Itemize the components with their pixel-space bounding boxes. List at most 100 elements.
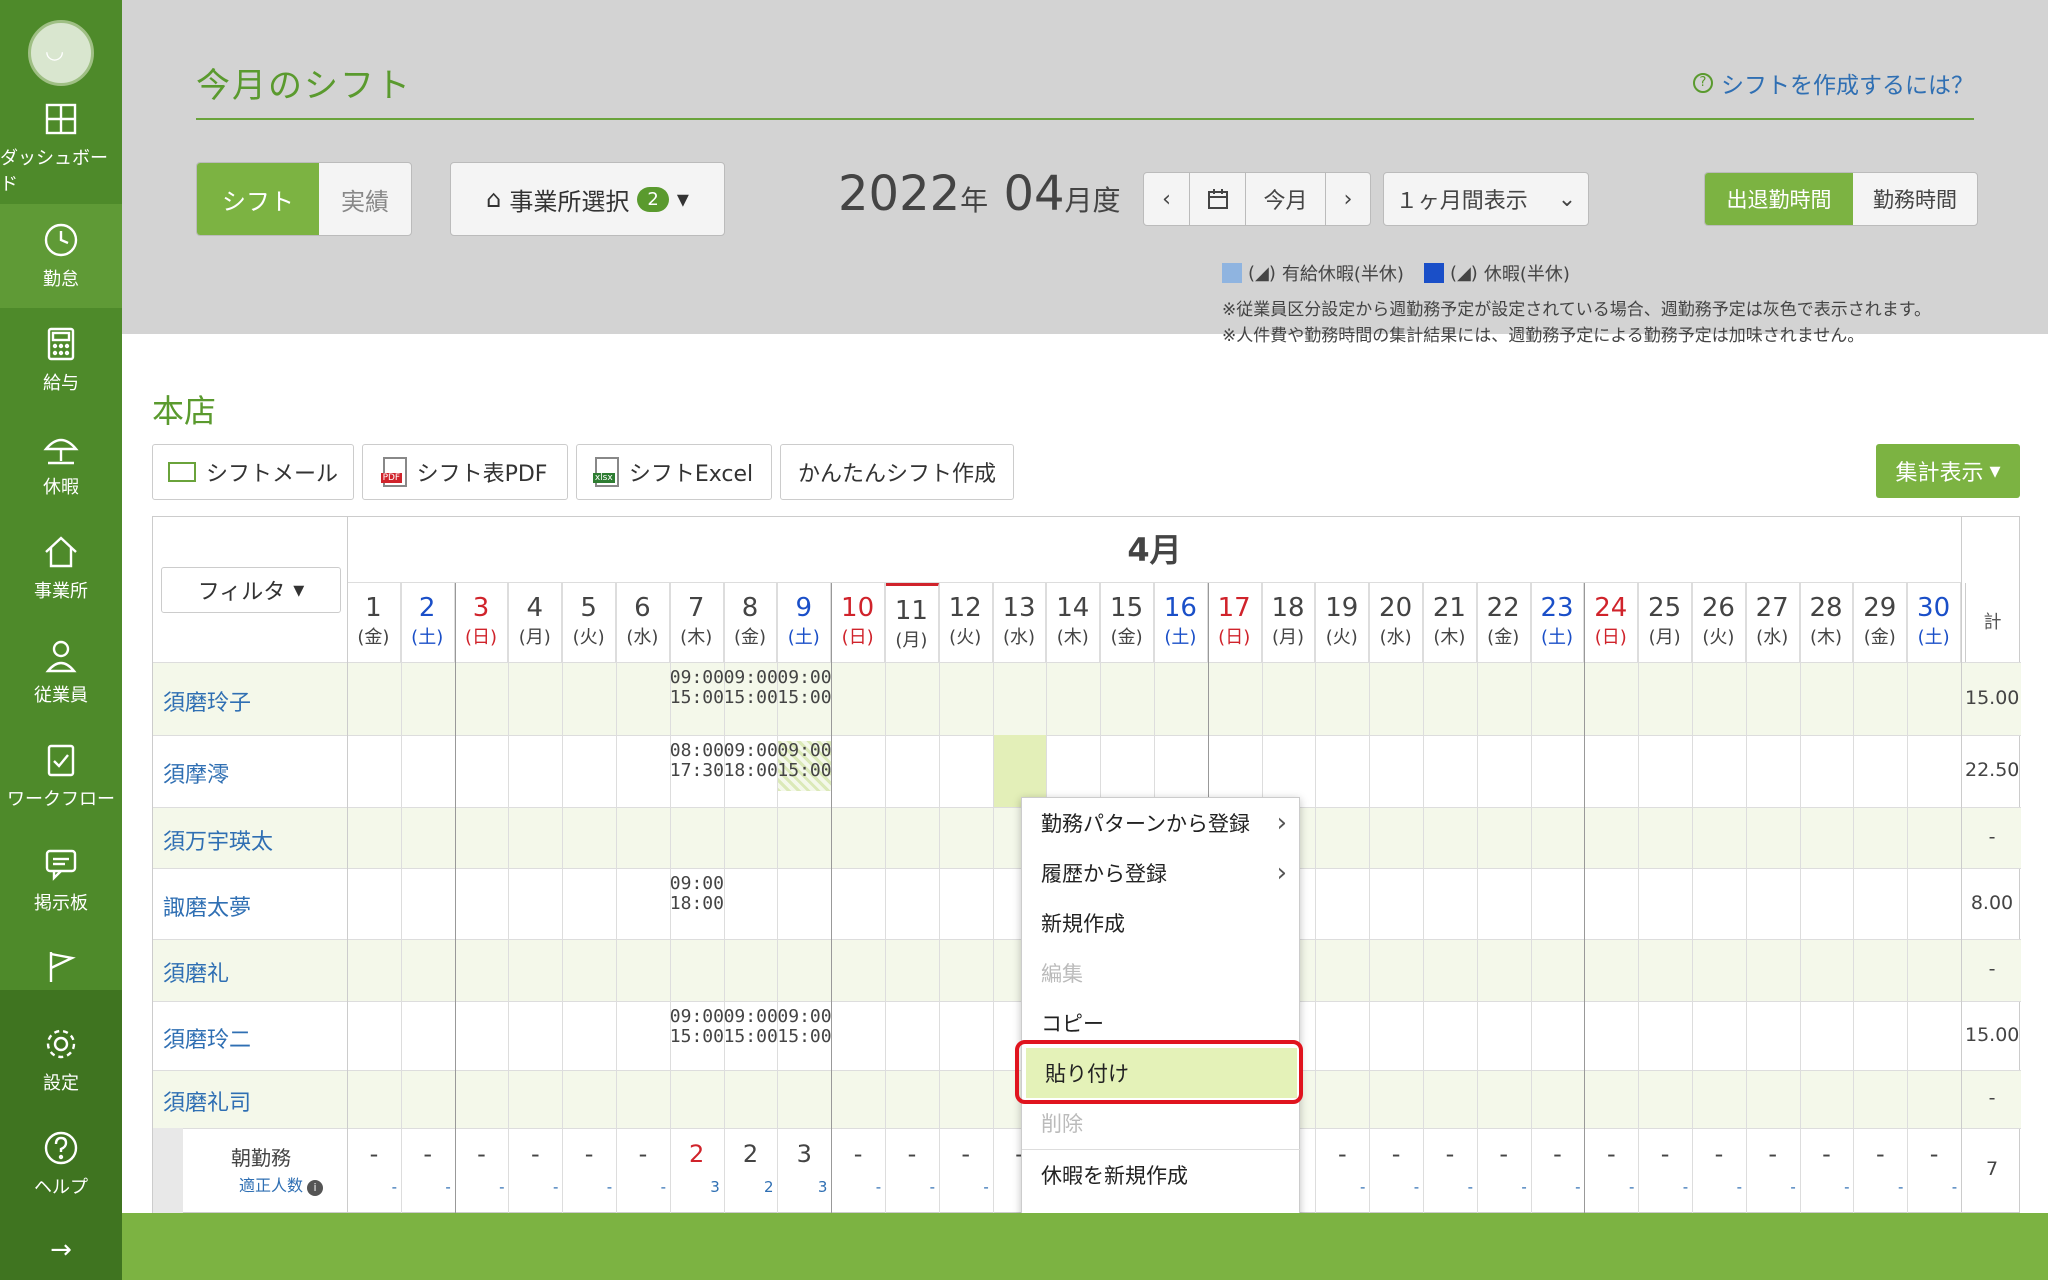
period-select[interactable]: １ヶ月間表示 ⌄ <box>1383 172 1589 226</box>
shift-in: 09:00 <box>777 1006 832 1027</box>
tab-shift[interactable]: シフト <box>197 163 319 235</box>
toggle-work-time[interactable]: 勤務時間 <box>1853 173 1977 225</box>
sidebar-item-11[interactable]: ヘルプ <box>0 1112 122 1216</box>
menu-item[interactable]: 休暇を新規作成 <box>1022 1150 1301 1200</box>
day-header[interactable]: 2 (土) <box>401 583 455 662</box>
day-header[interactable]: 19 (火) <box>1315 583 1370 662</box>
day-header[interactable]: 26 (火) <box>1692 583 1746 662</box>
day-header[interactable]: 20 (水) <box>1369 583 1423 662</box>
next-month-button[interactable]: › <box>1326 173 1370 225</box>
day-weekday: (水) <box>626 627 659 648</box>
day-header[interactable]: 21 (木) <box>1423 583 1477 662</box>
day-header[interactable]: 29 (金) <box>1853 583 1908 662</box>
day-header[interactable]: 7 (木) <box>670 583 724 662</box>
sidebar-item-10[interactable]: 設定 <box>0 1008 122 1112</box>
year-value: 2022 <box>838 166 961 222</box>
day-header[interactable]: 8 (金) <box>724 583 778 662</box>
shift-excel-button[interactable]: xlsx シフトExcel <box>576 444 772 500</box>
shift-entry[interactable]: 09:00 18:00 <box>724 741 778 781</box>
day-header[interactable]: 23 (土) <box>1531 583 1585 662</box>
day-header[interactable]: 13 (水) <box>993 583 1047 662</box>
employee-name[interactable]: 須摩澪 <box>163 757 229 789</box>
collapse-sidebar-button[interactable]: → <box>0 1220 122 1280</box>
shift-entry[interactable]: 09:00 15:00 <box>670 668 724 708</box>
employee-name[interactable]: 須磨玲二 <box>163 1022 251 1054</box>
shift-entry[interactable]: 09:00 15:00 <box>777 668 831 708</box>
column-divider <box>1907 583 1909 1214</box>
day-header[interactable]: 12 (火) <box>939 583 993 662</box>
this-month-button[interactable]: 今月 <box>1246 173 1326 225</box>
employee-name[interactable]: 諏磨太夢 <box>163 890 251 922</box>
menu-item[interactable]: 履歴から登録 › <box>1022 848 1301 898</box>
easy-shift-button[interactable]: かんたんシフト作成 <box>780 444 1014 500</box>
day-header[interactable]: 28 (木) <box>1800 583 1854 662</box>
avatar[interactable]: ◡ <box>28 20 94 86</box>
sidebar-item-1[interactable]: ダッシュボード <box>0 96 122 200</box>
sidebar-item-label: ワークフロー <box>7 789 115 810</box>
day-header[interactable]: 6 (水) <box>616 583 670 662</box>
day-header[interactable]: 25 (月) <box>1638 583 1692 662</box>
shop-select-button[interactable]: ⌂ 事業所選択 2 ▾ <box>450 162 725 236</box>
day-header[interactable]: 27 (水) <box>1746 583 1800 662</box>
aggregate-button[interactable]: 集計表示 ▾ <box>1876 444 2020 498</box>
employee-name[interactable]: 須磨玲子 <box>163 685 251 717</box>
calendar-button[interactable] <box>1190 173 1246 225</box>
menu-item: 削除 <box>1022 1098 1301 1148</box>
summary-count: - <box>477 1140 486 1168</box>
shift-entry[interactable]: 09:00 18:00 <box>670 874 724 914</box>
employee-name[interactable]: 須磨礼司 <box>163 1085 251 1117</box>
day-header[interactable]: 10 (日) <box>831 583 885 662</box>
day-header[interactable]: 15 (金) <box>1100 583 1154 662</box>
help-link-label: シフトを作成するには？ <box>1721 73 1974 99</box>
shift-entry[interactable]: 09:00 15:00 <box>670 1007 724 1047</box>
sidebar-item-9[interactable] <box>0 940 122 1000</box>
tab-actual[interactable]: 実績 <box>319 163 411 235</box>
help-link[interactable]: ? シフトを作成するには？ <box>1693 66 1974 100</box>
day-header[interactable]: 9 (土) <box>777 583 832 662</box>
shift-entry[interactable]: 09:00 15:00 <box>724 668 778 708</box>
sidebar-item-6[interactable]: 従業員 <box>0 620 122 724</box>
sidebar-item-5[interactable]: 事業所 <box>0 516 122 620</box>
prev-month-button[interactable]: ‹ <box>1144 173 1190 225</box>
day-header[interactable]: 11 (月) <box>885 583 939 662</box>
column-divider <box>454 583 456 1214</box>
day-number: 26 <box>1701 593 1735 623</box>
day-header[interactable]: 30 (土) <box>1907 583 1961 662</box>
day-number: 7 <box>687 593 705 623</box>
day-header[interactable]: 4 (月) <box>508 583 563 662</box>
day-weekday: (日) <box>1594 627 1627 648</box>
shift-pdf-button[interactable]: PDF シフト表PDF <box>362 444 568 500</box>
day-header[interactable]: 22 (金) <box>1477 583 1531 662</box>
day-header[interactable]: 14 (木) <box>1046 583 1101 662</box>
day-header[interactable]: 16 (土) <box>1154 583 1208 662</box>
day-header[interactable]: 1 (金) <box>347 583 401 662</box>
menu-item[interactable]: 新規作成 <box>1022 898 1301 948</box>
day-header[interactable]: 3 (日) <box>455 583 509 662</box>
day-weekday: (金) <box>1487 627 1520 648</box>
sidebar-item-8[interactable]: 掲示板 <box>0 828 122 932</box>
day-header[interactable]: 24 (日) <box>1584 583 1639 662</box>
sidebar-item-4[interactable]: 休暇 <box>0 412 122 516</box>
sidebar-item-7[interactable]: ワークフロー <box>0 724 122 828</box>
shift-entry[interactable]: 09:00 15:00 <box>777 741 831 781</box>
day-header[interactable]: 5 (火) <box>562 583 616 662</box>
employee-name[interactable]: 須磨礼 <box>163 956 229 988</box>
toggle-inout-time[interactable]: 出退勤時間 <box>1705 173 1853 225</box>
day-number: 15 <box>1110 593 1144 623</box>
info-icon[interactable]: i <box>307 1180 324 1196</box>
employee-total: - <box>1988 1087 1996 1109</box>
shift-entry[interactable]: 08:00 17:30 <box>670 741 724 781</box>
employee-name[interactable]: 須万宇瑛太 <box>163 824 273 856</box>
sidebar-item-3[interactable]: 給与 <box>0 308 122 412</box>
column-divider <box>347 517 348 1214</box>
filter-button[interactable]: フィルタ ▾ <box>161 567 341 613</box>
shift-mail-button[interactable]: シフトメール <box>152 444 354 500</box>
day-header[interactable]: 17 (日) <box>1208 583 1262 662</box>
shift-entry[interactable]: 09:00 15:00 <box>777 1007 831 1047</box>
shift-entry[interactable]: 09:00 15:00 <box>724 1007 778 1047</box>
menu-item[interactable]: 勤務パターンから登録 › <box>1022 798 1301 848</box>
help-icon <box>44 1131 78 1165</box>
xlsx-tag: xlsx <box>592 473 615 483</box>
sidebar-item-2[interactable]: 勤怠 <box>0 204 122 308</box>
day-header[interactable]: 18 (月) <box>1262 583 1316 662</box>
